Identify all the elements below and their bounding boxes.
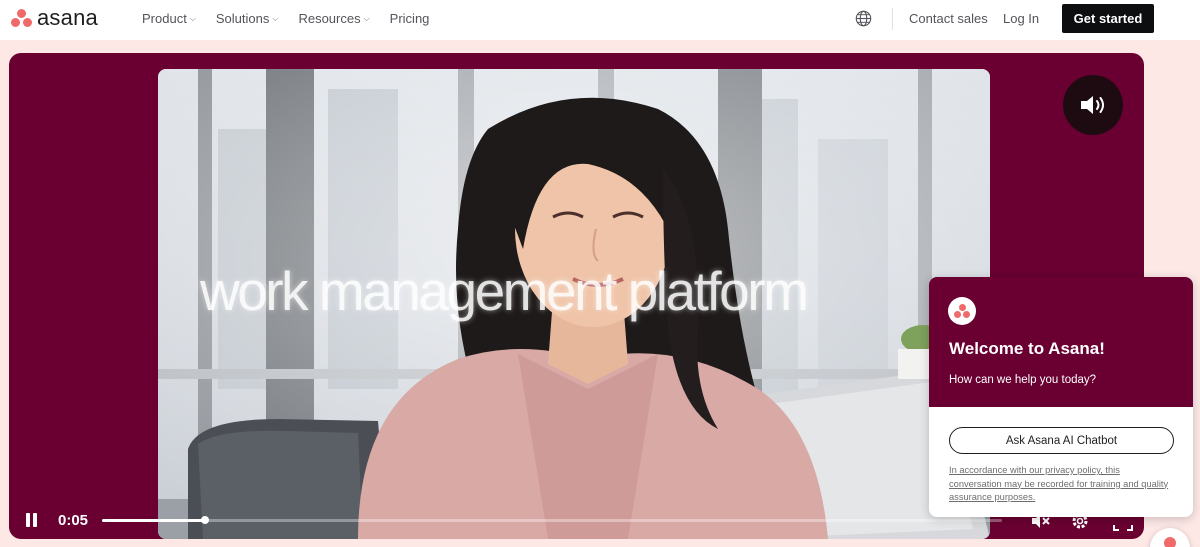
- chat-title: Welcome to Asana!: [949, 339, 1105, 358]
- asana-logo-icon: [948, 297, 976, 325]
- video-time: 0:05: [58, 512, 89, 529]
- privacy-policy-link[interactable]: In accordance with our privacy policy, t…: [949, 464, 1174, 505]
- video-progress-thumb[interactable]: [200, 516, 209, 524]
- menu-label: Solutions: [215, 11, 270, 26]
- asana-dot-icon: [1164, 537, 1176, 547]
- chevron-down-icon: ⌵: [189, 13, 196, 23]
- video-player[interactable]: work management platform: [158, 69, 990, 539]
- sound-on-icon: [1081, 96, 1104, 114]
- menu-item-resources[interactable]: Resources ⌵: [298, 11, 369, 26]
- logo-text: asana: [37, 5, 98, 30]
- menu-item-solutions[interactable]: Solutions ⌵: [216, 11, 279, 26]
- chat-widget: Welcome to Asana! How can we help you to…: [929, 277, 1193, 517]
- chevron-down-icon: ⌵: [272, 13, 279, 23]
- menu-item-pricing[interactable]: Pricing: [390, 11, 430, 26]
- chevron-down-icon: ⌵: [363, 13, 370, 23]
- video-progress-fill: [102, 519, 205, 522]
- asana-logo-mark: [11, 8, 33, 28]
- sound-toggle-button[interactable]: [1063, 75, 1123, 135]
- video-progress-bar[interactable]: [102, 516, 1002, 524]
- chat-subtitle: How can we help you today?: [949, 374, 1097, 386]
- asana-logo[interactable]: asana: [11, 6, 98, 30]
- menu-item-product[interactable]: Product ⌵: [142, 11, 196, 26]
- menu-label: Product: [142, 11, 187, 26]
- video-overlay-text: work management platform: [200, 260, 809, 322]
- top-nav: asana Product ⌵ Solutions ⌵ Resources ⌵ Pri…: [0, 0, 1200, 40]
- login-link[interactable]: Log In: [1003, 11, 1039, 26]
- menu-label: Resources: [298, 11, 361, 26]
- ask-chatbot-button[interactable]: Ask Asana AI Chatbot: [949, 427, 1174, 454]
- chat-launcher-button[interactable]: [1150, 528, 1190, 547]
- chat-header: Welcome to Asana! How can we help you to…: [929, 277, 1193, 407]
- contact-sales-link[interactable]: Contact sales: [909, 11, 988, 26]
- nav-divider: [892, 8, 893, 30]
- get-started-button[interactable]: Get started: [1062, 4, 1154, 33]
- menu-label: Pricing: [389, 11, 430, 26]
- pause-icon[interactable]: [25, 513, 39, 527]
- globe-icon[interactable]: [855, 10, 872, 27]
- main-menu: Product ⌵ Solutions ⌵ Resources ⌵ Pricing: [142, 11, 449, 26]
